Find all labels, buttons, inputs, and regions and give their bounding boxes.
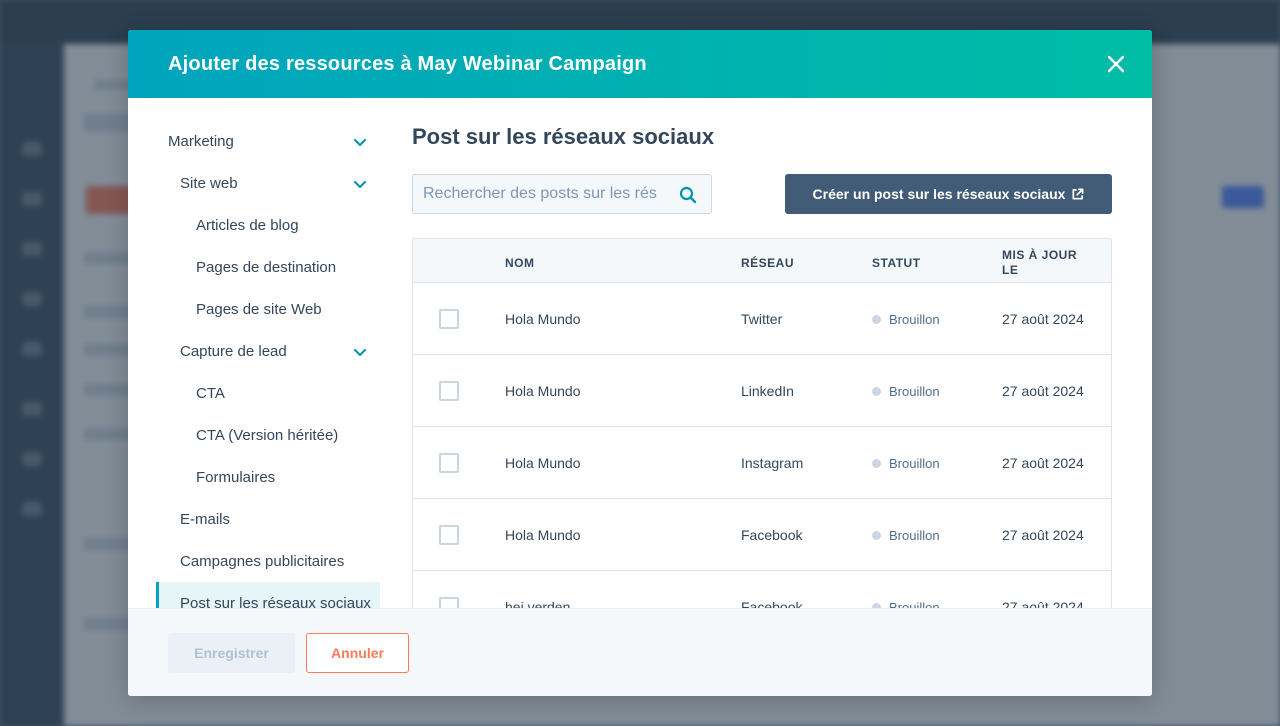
status-dot xyxy=(872,531,881,540)
nav-item-label: E-mails xyxy=(180,510,231,528)
create-social-post-label: Créer un post sur les réseaux sociaux xyxy=(812,186,1066,202)
cell-updated: 27 août 2024 xyxy=(1002,383,1084,399)
cell-name: Hola Mundo xyxy=(505,455,581,471)
column-header-network[interactable]: RÉSEAU xyxy=(741,256,794,271)
chevron-down-icon[interactable] xyxy=(352,134,368,150)
status-badge: Brouillon xyxy=(872,384,940,399)
nav-item-cta-legacy[interactable]: CTA (Version héritée) xyxy=(156,414,380,456)
search-input[interactable] xyxy=(413,175,669,213)
status-dot xyxy=(872,387,881,396)
nav-item-label: Post sur les réseaux sociaux xyxy=(180,594,371,609)
nav-item-label: Pages de destination xyxy=(196,258,337,276)
cancel-button[interactable]: Annuler xyxy=(306,633,409,673)
status-badge: Brouillon xyxy=(872,528,940,543)
status-badge: Brouillon xyxy=(872,456,940,471)
nav-item-articles-de-blog[interactable]: Articles de blog xyxy=(156,204,380,246)
cell-network: Facebook xyxy=(741,527,803,543)
table-row[interactable]: Hola Mundo Facebook Brouillon 27 août 20… xyxy=(413,499,1111,571)
cell-name: Hola Mundo xyxy=(505,311,581,327)
chevron-down-icon[interactable] xyxy=(352,344,368,360)
row-checkbox[interactable] xyxy=(439,381,459,401)
nav-item-label: Campagnes publicitaires xyxy=(180,552,345,570)
cell-name: Hola Mundo xyxy=(505,527,581,543)
cell-name: Hola Mundo xyxy=(505,383,581,399)
table-row[interactable]: hej verden Facebook Brouillon 27 août 20… xyxy=(413,571,1111,608)
external-link-icon xyxy=(1072,188,1084,200)
nav-item-cta[interactable]: CTA xyxy=(156,372,380,414)
table-header: NOM RÉSEAU STATUT MIS À JOUR LE xyxy=(413,239,1111,283)
save-button[interactable]: Enregistrer xyxy=(168,633,295,673)
modal-body: Marketing Site web Articles de blog Page… xyxy=(128,98,1152,608)
nav-item-label: CTA (Version héritée) xyxy=(196,426,339,444)
resource-type-nav: Marketing Site web Articles de blog Page… xyxy=(156,120,380,608)
chevron-down-icon[interactable] xyxy=(352,176,368,192)
cell-status: Brouillon xyxy=(889,384,940,399)
cell-status: Brouillon xyxy=(889,456,940,471)
status-dot xyxy=(872,459,881,468)
cell-updated: 27 août 2024 xyxy=(1002,527,1084,543)
status-badge: Brouillon xyxy=(872,600,940,608)
nav-item-marketing[interactable]: Marketing xyxy=(156,120,380,162)
cell-status: Brouillon xyxy=(889,600,940,608)
table-row[interactable]: Hola Mundo Twitter Brouillon 27 août 202… xyxy=(413,283,1111,355)
cell-network: Twitter xyxy=(741,311,783,327)
table-row[interactable]: Hola Mundo LinkedIn Brouillon 27 août 20… xyxy=(413,355,1111,427)
cell-name: hej verden xyxy=(505,599,571,608)
nav-item-label: Capture de lead xyxy=(180,342,287,360)
cell-updated: 27 août 2024 xyxy=(1002,311,1084,327)
cell-updated: 27 août 2024 xyxy=(1002,455,1084,471)
modal-title: Ajouter des ressources à May Webinar Cam… xyxy=(168,52,647,75)
cell-network: LinkedIn xyxy=(741,383,794,399)
nav-item-e-mails[interactable]: E-mails xyxy=(156,498,380,540)
nav-item-pages-de-destination[interactable]: Pages de destination xyxy=(156,246,380,288)
row-checkbox[interactable] xyxy=(439,597,459,608)
nav-item-pages-de-site-web[interactable]: Pages de site Web xyxy=(156,288,380,330)
cell-updated: 27 août 2024 xyxy=(1002,599,1084,608)
nav-item-social-posts[interactable]: Post sur les réseaux sociaux xyxy=(156,582,380,608)
nav-item-label: Site web xyxy=(180,174,238,192)
nav-item-label: Pages de site Web xyxy=(196,300,322,318)
nav-item-label: Articles de blog xyxy=(196,216,299,234)
add-resources-modal: Ajouter des ressources à May Webinar Cam… xyxy=(128,30,1152,696)
status-badge: Brouillon xyxy=(872,312,940,327)
row-checkbox[interactable] xyxy=(439,525,459,545)
column-header-status[interactable]: STATUT xyxy=(872,256,921,271)
search-icon[interactable] xyxy=(679,186,697,204)
close-icon xyxy=(1107,55,1125,73)
nav-item-capture-de-lead[interactable]: Capture de lead xyxy=(156,330,380,372)
create-social-post-button[interactable]: Créer un post sur les réseaux sociaux xyxy=(785,174,1112,214)
section-title: Post sur les réseaux sociaux xyxy=(412,124,715,149)
search-box xyxy=(412,174,712,214)
modal-footer: Enregistrer Annuler xyxy=(128,608,1152,696)
cell-status: Brouillon xyxy=(889,528,940,543)
nav-item-label: Marketing xyxy=(168,132,234,150)
modal-header: Ajouter des ressources à May Webinar Cam… xyxy=(128,30,1152,98)
row-checkbox[interactable] xyxy=(439,309,459,329)
cell-status: Brouillon xyxy=(889,312,940,327)
cell-network: Instagram xyxy=(741,455,804,471)
cell-network: Facebook xyxy=(741,599,803,608)
column-header-name[interactable]: NOM xyxy=(505,256,535,271)
table-row[interactable]: Hola Mundo Instagram Brouillon 27 août 2… xyxy=(413,427,1111,499)
status-dot xyxy=(872,315,881,324)
nav-item-label: CTA xyxy=(196,384,225,402)
social-posts-table: NOM RÉSEAU STATUT MIS À JOUR LE Hola Mun… xyxy=(412,238,1112,608)
nav-item-site-web[interactable]: Site web xyxy=(156,162,380,204)
row-checkbox[interactable] xyxy=(439,453,459,473)
nav-item-campagnes-publicitaires[interactable]: Campagnes publicitaires xyxy=(156,540,380,582)
nav-item-formulaires[interactable]: Formulaires xyxy=(156,456,380,498)
close-button[interactable] xyxy=(1102,50,1130,78)
nav-item-label: Formulaires xyxy=(196,468,276,486)
column-header-updated[interactable]: MIS À JOUR LE xyxy=(1002,248,1092,278)
